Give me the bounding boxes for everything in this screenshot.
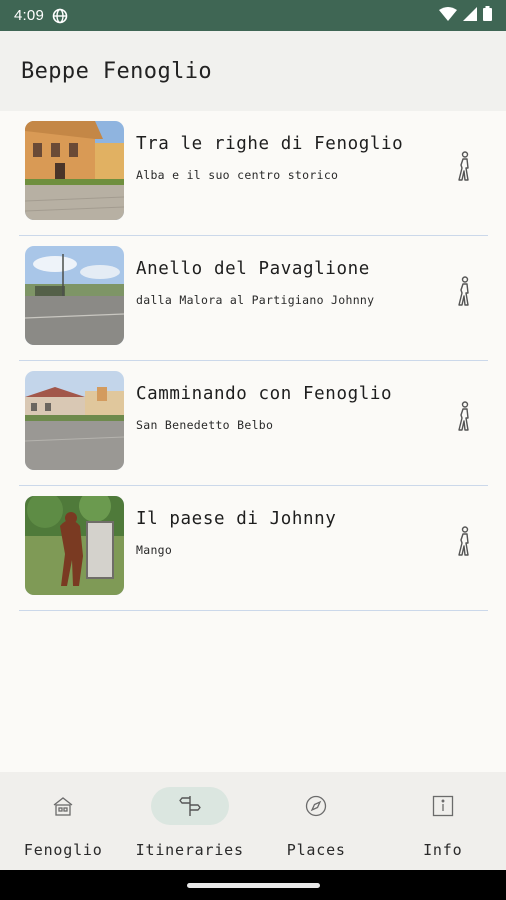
battery-icon bbox=[483, 6, 492, 25]
walking-icon bbox=[456, 276, 474, 312]
itinerary-list: Tra le righe di Fenoglio Alba e il suo c… bbox=[19, 111, 488, 611]
status-bar: 4:09 bbox=[0, 0, 506, 31]
signal-icon bbox=[463, 6, 477, 25]
bottom-navigation: Fenoglio Itineraries Places Info bbox=[0, 772, 506, 870]
list-item[interactable]: Tra le righe di Fenoglio Alba e il suo c… bbox=[19, 111, 488, 236]
app-bar: Beppe Fenoglio bbox=[0, 31, 506, 111]
signpost-icon bbox=[150, 787, 229, 825]
compass-icon bbox=[277, 787, 355, 825]
itinerary-thumbnail bbox=[25, 246, 124, 345]
walking-icon bbox=[456, 151, 474, 187]
page-title: Beppe Fenoglio bbox=[21, 58, 213, 84]
list-item[interactable]: Anello del Pavaglione dalla Malora al Pa… bbox=[19, 236, 488, 361]
info-icon bbox=[404, 787, 482, 825]
walking-icon bbox=[456, 526, 474, 562]
list-item[interactable]: Camminando con Fenoglio San Benedetto Be… bbox=[19, 361, 488, 486]
itinerary-title: Camminando con Fenoglio bbox=[136, 384, 393, 404]
itinerary-subtitle: Alba e il suo centro storico bbox=[136, 168, 339, 182]
list-item[interactable]: Il paese di Johnny Mango bbox=[19, 486, 488, 611]
nav-label: Fenoglio bbox=[23, 841, 103, 859]
nav-label: Info bbox=[423, 841, 463, 859]
itinerary-subtitle: San Benedetto Belbo bbox=[136, 418, 274, 432]
nav-label: Itineraries bbox=[135, 841, 244, 859]
itinerary-title: Tra le righe di Fenoglio bbox=[136, 134, 404, 154]
itinerary-thumbnail bbox=[25, 496, 124, 595]
itinerary-title: Anello del Pavaglione bbox=[136, 259, 370, 279]
itinerary-thumbnail bbox=[25, 121, 124, 220]
vpn-globe-icon bbox=[52, 8, 68, 24]
nav-label: Places bbox=[286, 841, 346, 859]
nav-item-info[interactable]: Info bbox=[380, 772, 506, 870]
walking-icon bbox=[456, 401, 474, 437]
home-gesture-handle[interactable] bbox=[187, 883, 320, 888]
itinerary-subtitle: Mango bbox=[136, 543, 173, 557]
wifi-icon bbox=[439, 6, 457, 25]
nav-item-itineraries[interactable]: Itineraries bbox=[127, 772, 254, 870]
home-icon bbox=[24, 787, 102, 825]
itinerary-title: Il paese di Johnny bbox=[136, 509, 337, 529]
nav-item-fenoglio[interactable]: Fenoglio bbox=[0, 772, 127, 870]
status-icons bbox=[439, 6, 492, 25]
system-gesture-bar bbox=[0, 870, 506, 900]
nav-item-places[interactable]: Places bbox=[253, 772, 380, 870]
status-time: 4:09 bbox=[14, 7, 44, 24]
itinerary-thumbnail bbox=[25, 371, 124, 470]
itinerary-subtitle: dalla Malora al Partigiano Johnny bbox=[136, 293, 375, 307]
